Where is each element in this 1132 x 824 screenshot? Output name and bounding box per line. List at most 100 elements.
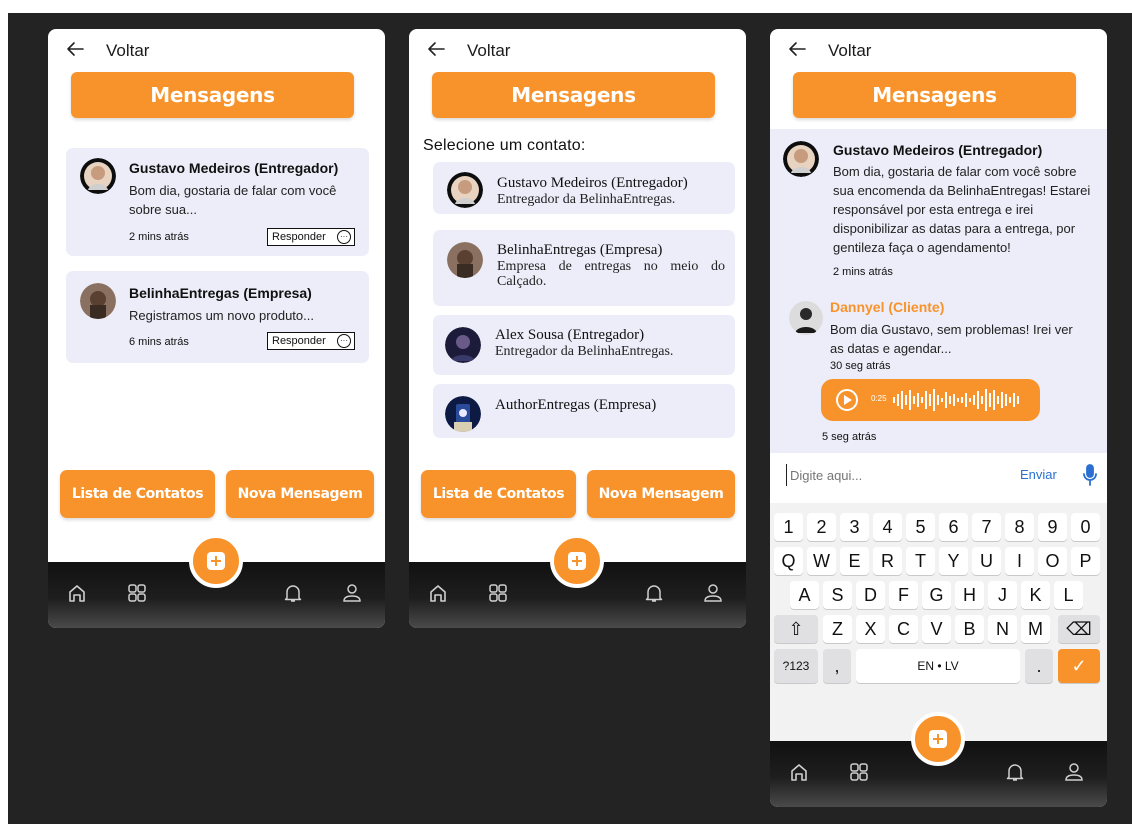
key[interactable]: R bbox=[873, 547, 902, 575]
key[interactable]: 6 bbox=[939, 513, 968, 541]
user-icon[interactable] bbox=[702, 582, 724, 604]
numbers-key[interactable]: ?123 bbox=[774, 649, 818, 683]
back-arrow-icon[interactable] bbox=[65, 39, 85, 59]
add-button[interactable] bbox=[189, 534, 243, 588]
key[interactable]: T bbox=[906, 547, 935, 575]
canvas-background: Voltar Mensagens Gustavo Medeiros (Entre… bbox=[8, 13, 1132, 824]
message-card[interactable]: Gustavo Medeiros (Entregador) Bom dia, g… bbox=[66, 148, 369, 256]
back-button[interactable]: Voltar bbox=[106, 41, 149, 61]
home-icon[interactable] bbox=[66, 582, 88, 604]
contact-item[interactable]: Alex Sousa (Entregador) Entregador da Be… bbox=[433, 315, 735, 375]
key[interactable]: J bbox=[988, 581, 1017, 609]
key[interactable]: 8 bbox=[1005, 513, 1034, 541]
key[interactable]: N bbox=[988, 615, 1017, 643]
key[interactable]: E bbox=[840, 547, 869, 575]
key[interactable]: 3 bbox=[840, 513, 869, 541]
contacts-list-button[interactable]: Lista de Contatos bbox=[421, 470, 576, 518]
message-card[interactable]: BelinhaEntregas (Empresa) Registramos um… bbox=[66, 271, 369, 363]
chat-sender: Gustavo Medeiros (Entregador) bbox=[833, 142, 1043, 158]
microphone-icon[interactable] bbox=[1080, 463, 1100, 487]
back-arrow-icon[interactable] bbox=[426, 39, 446, 59]
key[interactable]: 5 bbox=[906, 513, 935, 541]
key[interactable]: 0 bbox=[1071, 513, 1100, 541]
shift-key[interactable]: ⇧ bbox=[774, 615, 818, 643]
key[interactable]: V bbox=[922, 615, 951, 643]
home-icon[interactable] bbox=[427, 582, 449, 604]
send-button[interactable]: Enviar bbox=[1020, 467, 1057, 482]
key[interactable]: O bbox=[1038, 547, 1067, 575]
key[interactable]: W bbox=[807, 547, 836, 575]
contact-description: Empresa de entregas no meio do Calçado. bbox=[497, 259, 725, 289]
chat-message-line: sua encomenda da BelinhaEntregas! Estare… bbox=[833, 183, 1091, 198]
contacts-list-button[interactable]: Lista de Contatos bbox=[60, 470, 215, 518]
key[interactable]: A bbox=[790, 581, 819, 609]
key[interactable]: L bbox=[1054, 581, 1083, 609]
bell-icon[interactable] bbox=[1004, 761, 1026, 783]
key[interactable]: 9 bbox=[1038, 513, 1067, 541]
home-icon[interactable] bbox=[788, 761, 810, 783]
grid-icon[interactable] bbox=[126, 582, 148, 604]
page-title: Mensagens bbox=[432, 72, 715, 118]
key[interactable]: 7 bbox=[972, 513, 1001, 541]
chat-message-line: gentileza faça o agendamento! bbox=[833, 240, 1011, 255]
key[interactable]: 2 bbox=[807, 513, 836, 541]
key[interactable]: Y bbox=[939, 547, 968, 575]
key[interactable]: I bbox=[1005, 547, 1034, 575]
key[interactable]: H bbox=[955, 581, 984, 609]
key[interactable]: Q bbox=[774, 547, 803, 575]
contact-description: Entregador da BelinhaEntregas. bbox=[495, 344, 674, 359]
avatar bbox=[445, 396, 481, 432]
comma-key[interactable]: , bbox=[823, 649, 851, 683]
key[interactable]: 4 bbox=[873, 513, 902, 541]
bell-icon[interactable] bbox=[282, 582, 304, 604]
grid-icon[interactable] bbox=[487, 582, 509, 604]
avatar bbox=[789, 301, 823, 335]
screen-messages-list: Voltar Mensagens Gustavo Medeiros (Entre… bbox=[48, 29, 385, 628]
key[interactable]: C bbox=[889, 615, 918, 643]
contact-item[interactable]: BelinhaEntregas (Empresa) Empresa de ent… bbox=[433, 230, 735, 306]
user-icon[interactable] bbox=[341, 582, 363, 604]
play-icon[interactable] bbox=[836, 389, 858, 411]
audio-time: 5 seg atrás bbox=[822, 431, 877, 443]
new-message-button[interactable]: Nova Mensagem bbox=[226, 470, 374, 518]
key[interactable]: B bbox=[955, 615, 984, 643]
bell-icon[interactable] bbox=[643, 582, 665, 604]
grid-icon[interactable] bbox=[848, 761, 870, 783]
chat-time: 2 mins atrás bbox=[833, 266, 893, 278]
new-message-button[interactable]: Nova Mensagem bbox=[587, 470, 735, 518]
back-button[interactable]: Voltar bbox=[828, 41, 871, 61]
space-key[interactable]: EN • LV bbox=[856, 649, 1020, 683]
add-button[interactable] bbox=[911, 712, 965, 766]
audio-message[interactable]: 0:25 bbox=[821, 379, 1040, 421]
key[interactable]: X bbox=[856, 615, 885, 643]
key[interactable]: Z bbox=[823, 615, 852, 643]
chat-bubble-icon: ··· bbox=[337, 334, 351, 348]
key[interactable]: M bbox=[1021, 615, 1050, 643]
reply-button[interactable]: Responder ··· bbox=[267, 332, 355, 350]
key[interactable]: G bbox=[922, 581, 951, 609]
back-button[interactable]: Voltar bbox=[467, 41, 510, 61]
reply-button[interactable]: Responder ··· bbox=[267, 228, 355, 246]
message-preview-line: Bom dia, gostaria de falar com você bbox=[129, 183, 337, 198]
contact-item[interactable]: Gustavo Medeiros (Entregador) Entregador… bbox=[433, 162, 735, 214]
avatar bbox=[447, 242, 483, 278]
back-arrow-icon[interactable] bbox=[787, 39, 807, 59]
period-key[interactable]: . bbox=[1025, 649, 1053, 683]
key[interactable]: F bbox=[889, 581, 918, 609]
key[interactable]: S bbox=[823, 581, 852, 609]
add-button[interactable] bbox=[550, 534, 604, 588]
key[interactable]: K bbox=[1021, 581, 1050, 609]
key[interactable]: P bbox=[1071, 547, 1100, 575]
backspace-key[interactable]: ⌫ bbox=[1058, 615, 1100, 643]
page-title: Mensagens bbox=[793, 72, 1076, 118]
message-input[interactable] bbox=[786, 464, 986, 486]
key[interactable]: 1 bbox=[774, 513, 803, 541]
key[interactable]: U bbox=[972, 547, 1001, 575]
message-time: 6 mins atrás bbox=[129, 336, 189, 348]
message-sender: BelinhaEntregas (Empresa) bbox=[129, 285, 312, 301]
avatar bbox=[445, 327, 481, 363]
key[interactable]: D bbox=[856, 581, 885, 609]
enter-key[interactable]: ✓ bbox=[1058, 649, 1100, 683]
user-icon[interactable] bbox=[1063, 761, 1085, 783]
contact-item[interactable]: AuthorEntregas (Empresa) bbox=[433, 384, 735, 438]
